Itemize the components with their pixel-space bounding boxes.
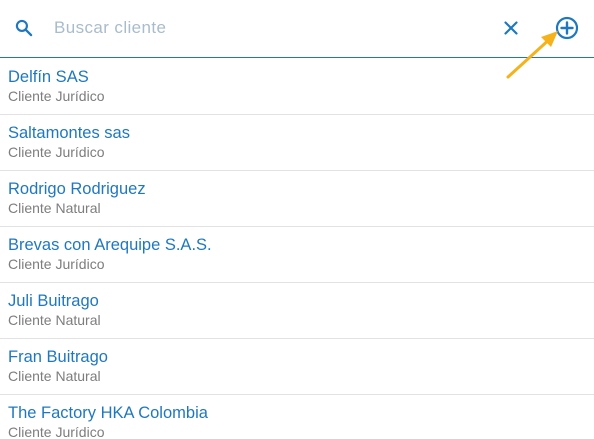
client-search-screen: Delfín SAS Cliente Jurídico Saltamontes …	[0, 0, 594, 439]
list-item[interactable]: Rodrigo Rodriguez Cliente Natural	[0, 171, 594, 227]
client-type: Cliente Jurídico	[8, 424, 105, 439]
search-icon[interactable]	[14, 18, 34, 38]
client-name: Saltamontes sas	[8, 124, 130, 142]
list-item[interactable]: Delfín SAS Cliente Jurídico	[0, 59, 594, 115]
list-item[interactable]: Saltamontes sas Cliente Jurídico	[0, 115, 594, 171]
client-type: Cliente Natural	[8, 200, 101, 216]
search-input[interactable]	[54, 14, 474, 42]
client-name: Brevas con Arequipe S.A.S.	[8, 236, 212, 254]
client-name: Juli Buitrago	[8, 292, 99, 310]
client-name: Rodrigo Rodriguez	[8, 180, 146, 198]
plus-circle-icon[interactable]	[555, 16, 579, 40]
close-icon[interactable]	[500, 17, 522, 39]
client-type: Cliente Jurídico	[8, 256, 105, 272]
list-item[interactable]: Brevas con Arequipe S.A.S. Cliente Juríd…	[0, 227, 594, 283]
list-item[interactable]: Juli Buitrago Cliente Natural	[0, 283, 594, 339]
client-type: Cliente Jurídico	[8, 88, 105, 104]
list-item[interactable]: The Factory HKA Colombia Cliente Jurídic…	[0, 395, 594, 439]
client-type: Cliente Jurídico	[8, 144, 105, 160]
client-list: Delfín SAS Cliente Jurídico Saltamontes …	[0, 59, 594, 439]
client-name: Delfín SAS	[8, 68, 89, 86]
list-item[interactable]: Fran Buitrago Cliente Natural	[0, 339, 594, 395]
client-type: Cliente Natural	[8, 312, 101, 328]
client-name: The Factory HKA Colombia	[8, 404, 208, 422]
client-type: Cliente Natural	[8, 368, 101, 384]
client-name: Fran Buitrago	[8, 348, 108, 366]
search-bar	[0, 0, 594, 58]
